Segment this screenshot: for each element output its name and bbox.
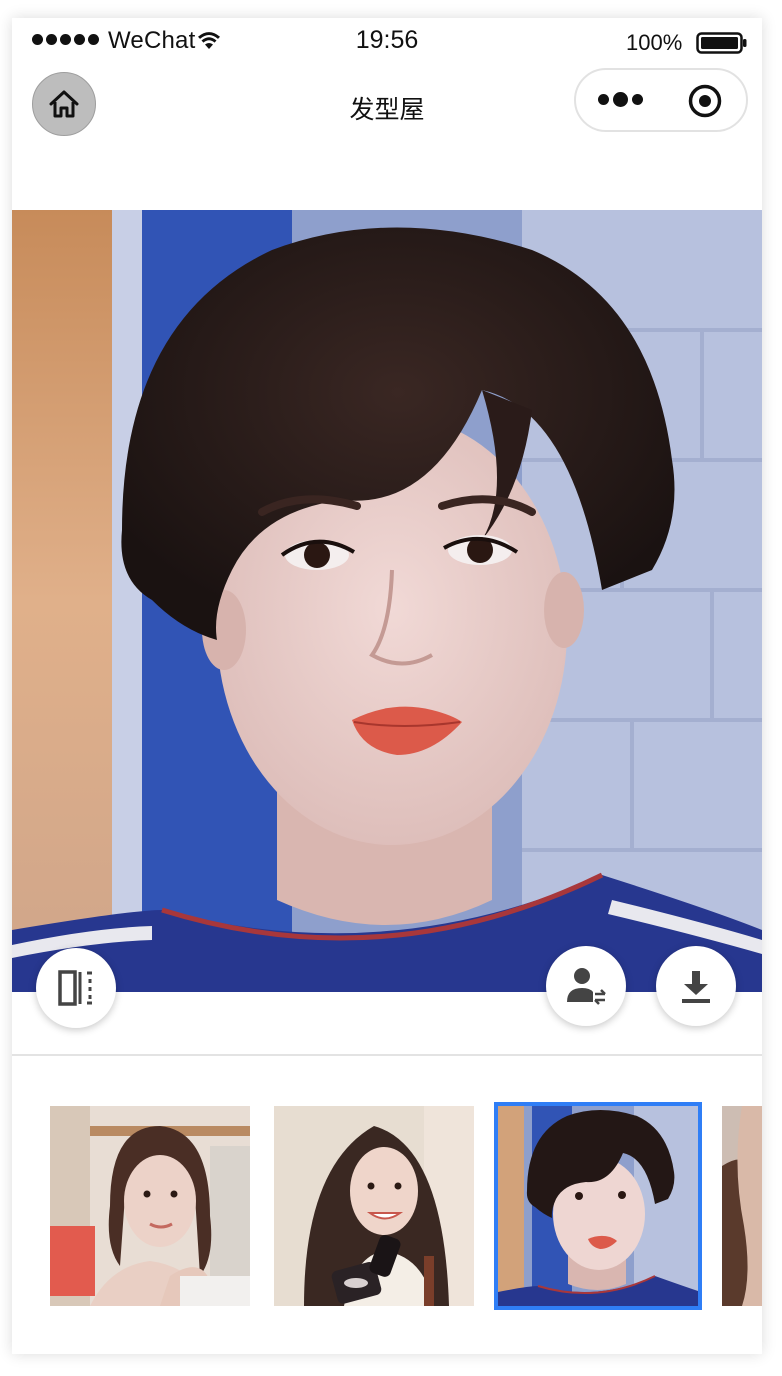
main-portrait-image: [12, 210, 762, 992]
compare-split-icon: [58, 970, 92, 1006]
hairstyle-thumbnail-1[interactable]: [50, 1106, 250, 1306]
hairstyle-thumbnail-4[interactable]: [722, 1106, 762, 1306]
compare-button[interactable]: [36, 948, 116, 1028]
target-circle-icon[interactable]: [687, 83, 723, 119]
battery-percent: 100%: [626, 30, 683, 55]
hairstyle-thumbnail-strip[interactable]: [12, 1102, 762, 1310]
menu-capsule: [574, 68, 748, 132]
divider: [12, 1054, 762, 1056]
hairstyle-thumbnail-2[interactable]: [274, 1106, 474, 1306]
download-button[interactable]: [656, 946, 736, 1026]
status-bar: WeChat 19:56 100%: [12, 18, 762, 62]
hairstyle-thumbnail-3-selected[interactable]: [494, 1102, 702, 1310]
more-dots-icon[interactable]: [598, 92, 643, 107]
swap-face-button[interactable]: [546, 946, 626, 1026]
phone-screen: WeChat 19:56 100% 发型屋: [12, 18, 762, 1354]
download-icon: [682, 971, 710, 1003]
person-swap-icon: [567, 968, 606, 1005]
battery-icon: [696, 32, 747, 54]
